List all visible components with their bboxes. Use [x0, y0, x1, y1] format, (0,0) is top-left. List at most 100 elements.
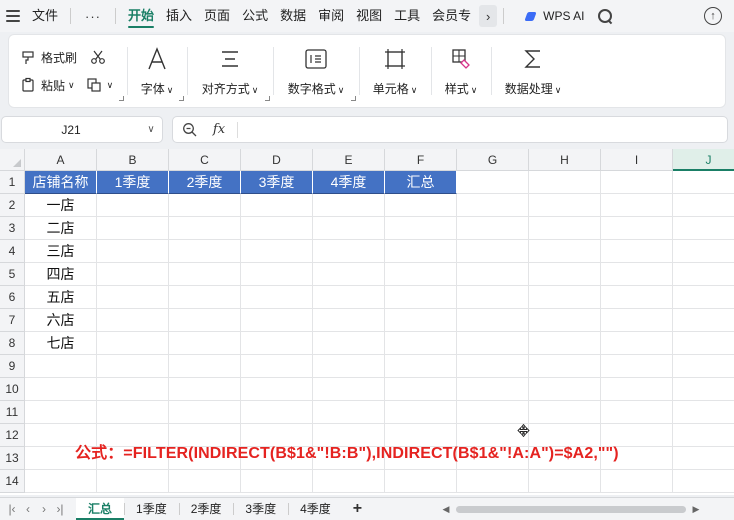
cell-f8[interactable] [385, 332, 457, 355]
cell-c8[interactable] [169, 332, 241, 355]
cell-g10[interactable] [457, 378, 529, 401]
cell-i9[interactable] [601, 355, 673, 378]
cell-f10[interactable] [385, 378, 457, 401]
cell-d10[interactable] [241, 378, 313, 401]
row-header-13[interactable]: 13 [0, 447, 25, 470]
cell-a2[interactable]: 一店 [25, 194, 97, 217]
cell-f1[interactable]: 汇总 [385, 171, 457, 194]
cell-d4[interactable] [241, 240, 313, 263]
cell-d8[interactable] [241, 332, 313, 355]
cell-g7[interactable] [457, 309, 529, 332]
cell-b10[interactable] [97, 378, 169, 401]
cell-d3[interactable] [241, 217, 313, 240]
column-header-a[interactable]: A [25, 149, 97, 171]
cell-h8[interactable] [529, 332, 601, 355]
chevron-down-icon[interactable]: ∨ [140, 124, 162, 135]
fx-icon[interactable]: fx [205, 122, 233, 137]
cell-j3[interactable] [673, 217, 734, 240]
cell-f3[interactable] [385, 217, 457, 240]
cell-c14[interactable] [169, 470, 241, 493]
cell-c9[interactable] [169, 355, 241, 378]
cell-j4[interactable] [673, 240, 734, 263]
cell-i2[interactable] [601, 194, 673, 217]
row-header-14[interactable]: 14 [0, 470, 25, 493]
cell-b2[interactable] [97, 194, 169, 217]
cell-f14[interactable] [385, 470, 457, 493]
menu-file[interactable]: 文件 [26, 0, 64, 32]
sheet-tab-q4[interactable]: 4季度 [288, 498, 343, 520]
formula-bar[interactable]: fx [172, 116, 728, 143]
next-sheet-icon[interactable]: › [36, 502, 52, 516]
cell-e10[interactable] [313, 378, 385, 401]
cell-a1[interactable]: 店铺名称 [25, 171, 97, 194]
cell-h10[interactable] [529, 378, 601, 401]
cell-h3[interactable] [529, 217, 601, 240]
row-header-12[interactable]: 12 [0, 424, 25, 447]
dialog-launcher-icon[interactable] [265, 96, 270, 101]
cell-i6[interactable] [601, 286, 673, 309]
row-header-8[interactable]: 8 [0, 332, 25, 355]
cell-d7[interactable] [241, 309, 313, 332]
cell-e11[interactable] [313, 401, 385, 424]
cell-h1[interactable] [529, 171, 601, 194]
cell-e1[interactable]: 4季度 [313, 171, 385, 194]
cell-h5[interactable] [529, 263, 601, 286]
align-group[interactable]: 对齐方式 ∨ [187, 35, 273, 107]
cell-c1[interactable]: 2季度 [169, 171, 241, 194]
cell-d14[interactable] [241, 470, 313, 493]
first-sheet-icon[interactable]: |‹ [4, 502, 20, 516]
cell-j5[interactable] [673, 263, 734, 286]
cell-i3[interactable] [601, 217, 673, 240]
cell-g5[interactable] [457, 263, 529, 286]
cell-g1[interactable] [457, 171, 529, 194]
cell-e7[interactable] [313, 309, 385, 332]
cell-e5[interactable] [313, 263, 385, 286]
zoom-icon[interactable] [173, 122, 205, 137]
cell-g9[interactable] [457, 355, 529, 378]
cell-a4[interactable]: 三店 [25, 240, 97, 263]
horizontal-scrollbar[interactable]: ◀ ▶ [440, 503, 702, 515]
name-box[interactable]: J21 ∨ [1, 116, 163, 143]
cell-b4[interactable] [97, 240, 169, 263]
tab-review[interactable]: 审阅 [312, 0, 350, 32]
row-header-1[interactable]: 1 [0, 171, 25, 194]
cell-d1[interactable]: 3季度 [241, 171, 313, 194]
tab-member[interactable]: 会员专 [426, 0, 477, 32]
cell-h4[interactable] [529, 240, 601, 263]
cloud-upload-icon[interactable]: ↑ [704, 7, 722, 25]
style-group[interactable]: 样式 ∨ [431, 35, 491, 107]
font-group[interactable]: 字体 ∨ [127, 35, 187, 107]
cell-g8[interactable] [457, 332, 529, 355]
cell-b5[interactable] [97, 263, 169, 286]
cell-d11[interactable] [241, 401, 313, 424]
cell-a10[interactable] [25, 378, 97, 401]
cell-j9[interactable] [673, 355, 734, 378]
dialog-launcher-icon[interactable] [119, 96, 124, 101]
cell-d5[interactable] [241, 263, 313, 286]
column-header-h[interactable]: H [529, 149, 601, 171]
cell-d6[interactable] [241, 286, 313, 309]
prev-sheet-icon[interactable]: ‹ [20, 502, 36, 516]
cell-b6[interactable] [97, 286, 169, 309]
cell-e8[interactable] [313, 332, 385, 355]
cell-j1[interactable] [673, 171, 734, 194]
copy-icon[interactable] [85, 76, 103, 94]
scroll-right-icon[interactable]: ▶ [690, 504, 702, 515]
cell-g4[interactable] [457, 240, 529, 263]
cell-c5[interactable] [169, 263, 241, 286]
cell-f11[interactable] [385, 401, 457, 424]
column-header-i[interactable]: I [601, 149, 673, 171]
cell-i5[interactable] [601, 263, 673, 286]
cell-h6[interactable] [529, 286, 601, 309]
scroll-thumb[interactable] [456, 505, 686, 513]
cell-h11[interactable] [529, 401, 601, 424]
cell-j2[interactable] [673, 194, 734, 217]
row-header-4[interactable]: 4 [0, 240, 25, 263]
sheet-tab-q3[interactable]: 3季度 [233, 498, 288, 520]
column-header-f[interactable]: F [385, 149, 457, 171]
cell-a6[interactable]: 五店 [25, 286, 97, 309]
tab-tools[interactable]: 工具 [388, 0, 426, 32]
cell-j6[interactable] [673, 286, 734, 309]
cell-b11[interactable] [97, 401, 169, 424]
cell-a11[interactable] [25, 401, 97, 424]
